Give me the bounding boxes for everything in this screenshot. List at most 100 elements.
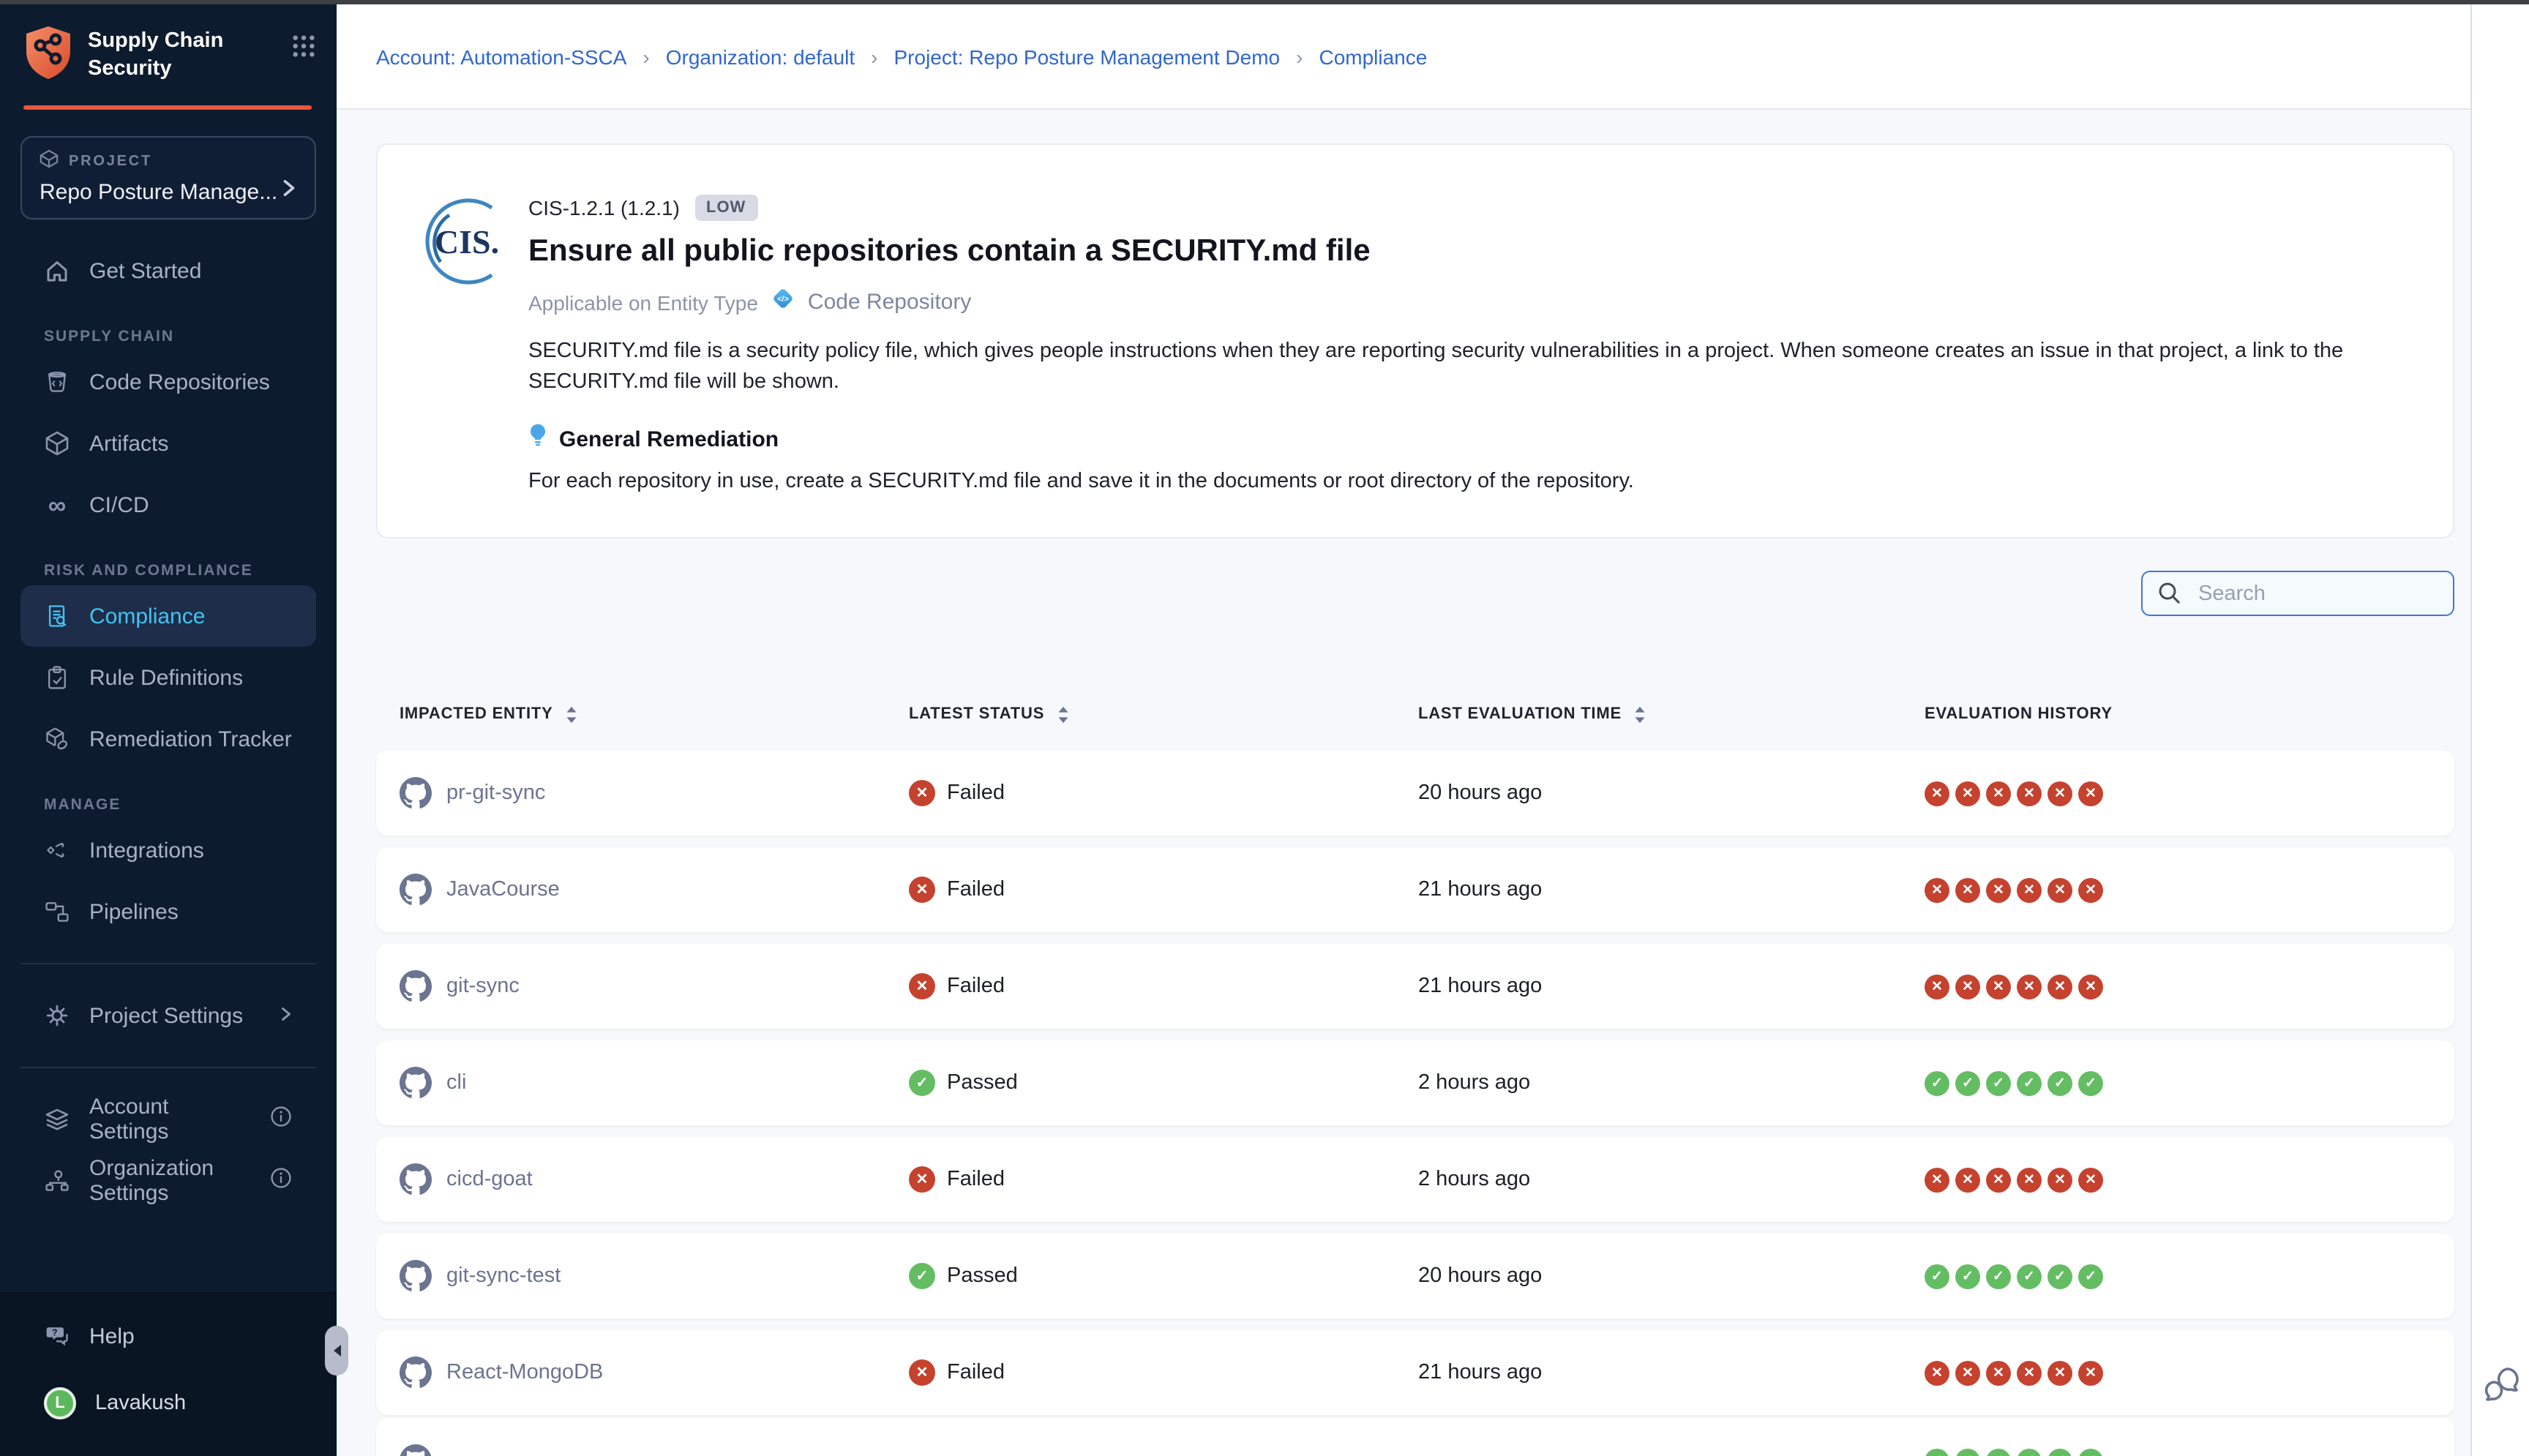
sort-icon[interactable] (1633, 705, 1646, 724)
entity-cell[interactable]: pr-git-sync (400, 777, 909, 809)
history-fail-icon: ✕ (1955, 1360, 1980, 1385)
github-icon (400, 1163, 432, 1196)
status-text: Failed (947, 1361, 1005, 1384)
table-row[interactable]: git-sync-test Passed 20 hours ago ✓✓✓✓✓✓ (376, 1234, 2454, 1318)
history-fail-icon: ✕ (1986, 877, 2011, 902)
entity-cell[interactable]: cli (400, 1067, 909, 1099)
info-icon[interactable] (269, 1105, 293, 1134)
sidebar-user[interactable]: L Lavakush (20, 1373, 316, 1434)
code-repository-icon (44, 369, 70, 395)
breadcrumb-account-link[interactable]: Account: Automation-SSCA (376, 45, 626, 68)
sidebar-item-rule-definitions[interactable]: Rule Definitions (20, 647, 316, 708)
project-label: PROJECT (69, 153, 152, 169)
history-fail-icon: ✕ (1986, 781, 2011, 806)
breadcrumb-organization-link[interactable]: Organization: default (666, 45, 855, 68)
rule-description: SECURITY.md file is a security policy fi… (528, 337, 2409, 398)
compliance-document-icon (44, 603, 70, 629)
sidebar-item-label: Project Settings (89, 1003, 261, 1028)
sidebar-item-code-repositories[interactable]: Code Repositories (20, 351, 316, 413)
clipboard-check-icon (44, 664, 70, 691)
sidebar-item-label: Remediation Tracker (89, 727, 292, 751)
status-text: Failed (947, 975, 1005, 998)
column-label: IMPACTED ENTITY (400, 705, 553, 723)
sidebar-item-project-settings[interactable]: Project Settings (20, 985, 316, 1046)
app-switcher-grid-icon[interactable] (291, 34, 316, 66)
entity-name[interactable]: pr-git-sync (446, 781, 545, 805)
breadcrumb-separator-icon (871, 45, 877, 68)
sidebar-item-organization-settings[interactable]: Organization Settings (20, 1150, 316, 1212)
table-row[interactable]: JavaCourse Failed 21 hours ago ✕✕✕✕✕✕ (376, 847, 2454, 932)
entity-cell[interactable]: git-sync (400, 970, 909, 1002)
table-row[interactable]: cicd-goat Failed 2 hours ago ✕✕✕✕✕✕ (376, 1137, 2454, 1222)
sidebar-item-artifacts[interactable]: Artifacts (20, 413, 316, 474)
table-row[interactable]: cli Passed 2 hours ago ✓✓✓✓✓✓ (376, 1040, 2454, 1125)
table-row[interactable]: git-sync Failed 21 hours ago ✕✕✕✕✕✕ (376, 944, 2454, 1029)
column-latest-status: LATEST STATUS (909, 705, 1418, 724)
history-cell: ✓✓✓✓✓✓ (1925, 1448, 2431, 1456)
section-manage: MANAGE (0, 796, 337, 814)
entity-name[interactable]: git-sync (446, 975, 520, 998)
sidebar-item-pipelines[interactable]: Pipelines (20, 881, 316, 942)
table-row[interactable]: ✓✓✓✓✓✓ (376, 1418, 2454, 1456)
table-row[interactable]: React-MongoDB Failed 21 hours ago ✕✕✕✕✕✕ (376, 1330, 2454, 1415)
brand-accent-rule (23, 105, 312, 110)
top-edge-bar (0, 0, 2529, 4)
avatar: L (44, 1387, 76, 1419)
history-pass-icon: ✓ (1955, 1264, 1980, 1288)
sidebar-item-integrations[interactable]: Integrations (20, 819, 316, 881)
entity-name[interactable]: cicd-goat (446, 1168, 533, 1191)
sort-icon[interactable] (565, 705, 578, 724)
sidebar-item-remediation-tracker[interactable]: Remediation Tracker (20, 708, 316, 770)
entity-cell[interactable]: JavaCourse (400, 874, 909, 906)
breadcrumb-project-link[interactable]: Project: Repo Posture Management Demo (894, 45, 1281, 68)
chat-support-widget-icon[interactable] (2482, 1364, 2520, 1412)
sort-icon[interactable] (1056, 705, 1069, 724)
sidebar-item-cicd[interactable]: ∞ CI/CD (20, 474, 316, 536)
bulb-icon (528, 423, 547, 455)
entity-name[interactable]: cli (446, 1071, 466, 1095)
history-fail-icon: ✕ (2017, 877, 2042, 902)
sidebar-item-get-started[interactable]: Get Started (20, 240, 316, 301)
history-pass-icon: ✓ (2017, 1264, 2042, 1288)
history-fail-icon: ✕ (2078, 974, 2103, 999)
column-label: LAST EVALUATION TIME (1418, 705, 1622, 723)
evaluation-time: 2 hours ago (1418, 1071, 1925, 1095)
history-pass-icon: ✓ (1925, 1070, 1949, 1095)
entity-name[interactable]: git-sync-test (446, 1264, 561, 1288)
project-selector[interactable]: PROJECT Repo Posture Manage... (20, 136, 316, 219)
remediation-title: General Remediation (559, 427, 779, 451)
entity-cell[interactable]: cicd-goat (400, 1163, 909, 1196)
sidebar-item-account-settings[interactable]: Account Settings (20, 1089, 316, 1150)
sidebar-item-label: Get Started (89, 258, 201, 283)
entity-name[interactable]: React-MongoDB (446, 1361, 603, 1384)
table-row[interactable]: pr-git-sync Failed 20 hours ago ✕✕✕✕✕✕ (376, 751, 2454, 836)
history-fail-icon: ✕ (1955, 1167, 1980, 1192)
sidebar-item-compliance[interactable]: Compliance (20, 585, 316, 647)
history-pass-icon: ✓ (2017, 1448, 2042, 1456)
status-icon (909, 1070, 935, 1096)
integrations-icon (44, 837, 70, 863)
sidebar-item-help[interactable]: ? Help (20, 1305, 316, 1367)
chevron-right-icon (281, 179, 297, 205)
cis-logo: CIS. (419, 195, 512, 288)
evaluation-time: 21 hours ago (1418, 975, 1925, 998)
collapse-arrow-icon (333, 1345, 340, 1356)
entity-cell[interactable]: React-MongoDB (400, 1356, 909, 1389)
evaluation-time: 21 hours ago (1418, 1361, 1925, 1384)
sidebar-item-label: Pipelines (89, 899, 179, 924)
search-input[interactable] (2198, 582, 2470, 605)
column-last-evaluation-time: LAST EVALUATION TIME (1418, 705, 1925, 724)
column-evaluation-history: EVALUATION HISTORY (1925, 705, 2431, 723)
entity-cell[interactable] (400, 1444, 909, 1456)
sidebar-item-label: Rule Definitions (89, 665, 243, 690)
entity-cell[interactable]: git-sync-test (400, 1260, 909, 1292)
info-icon[interactable] (269, 1166, 293, 1196)
history-fail-icon: ✕ (1925, 1360, 1949, 1385)
breadcrumb-compliance-link[interactable]: Compliance (1319, 45, 1427, 68)
project-cube-icon (40, 149, 59, 173)
status-text: Failed (947, 878, 1005, 901)
status-icon (909, 1166, 935, 1193)
account-layers-icon (44, 1106, 70, 1133)
entity-name[interactable]: JavaCourse (446, 878, 560, 901)
sidebar-collapse-handle[interactable] (325, 1326, 348, 1376)
